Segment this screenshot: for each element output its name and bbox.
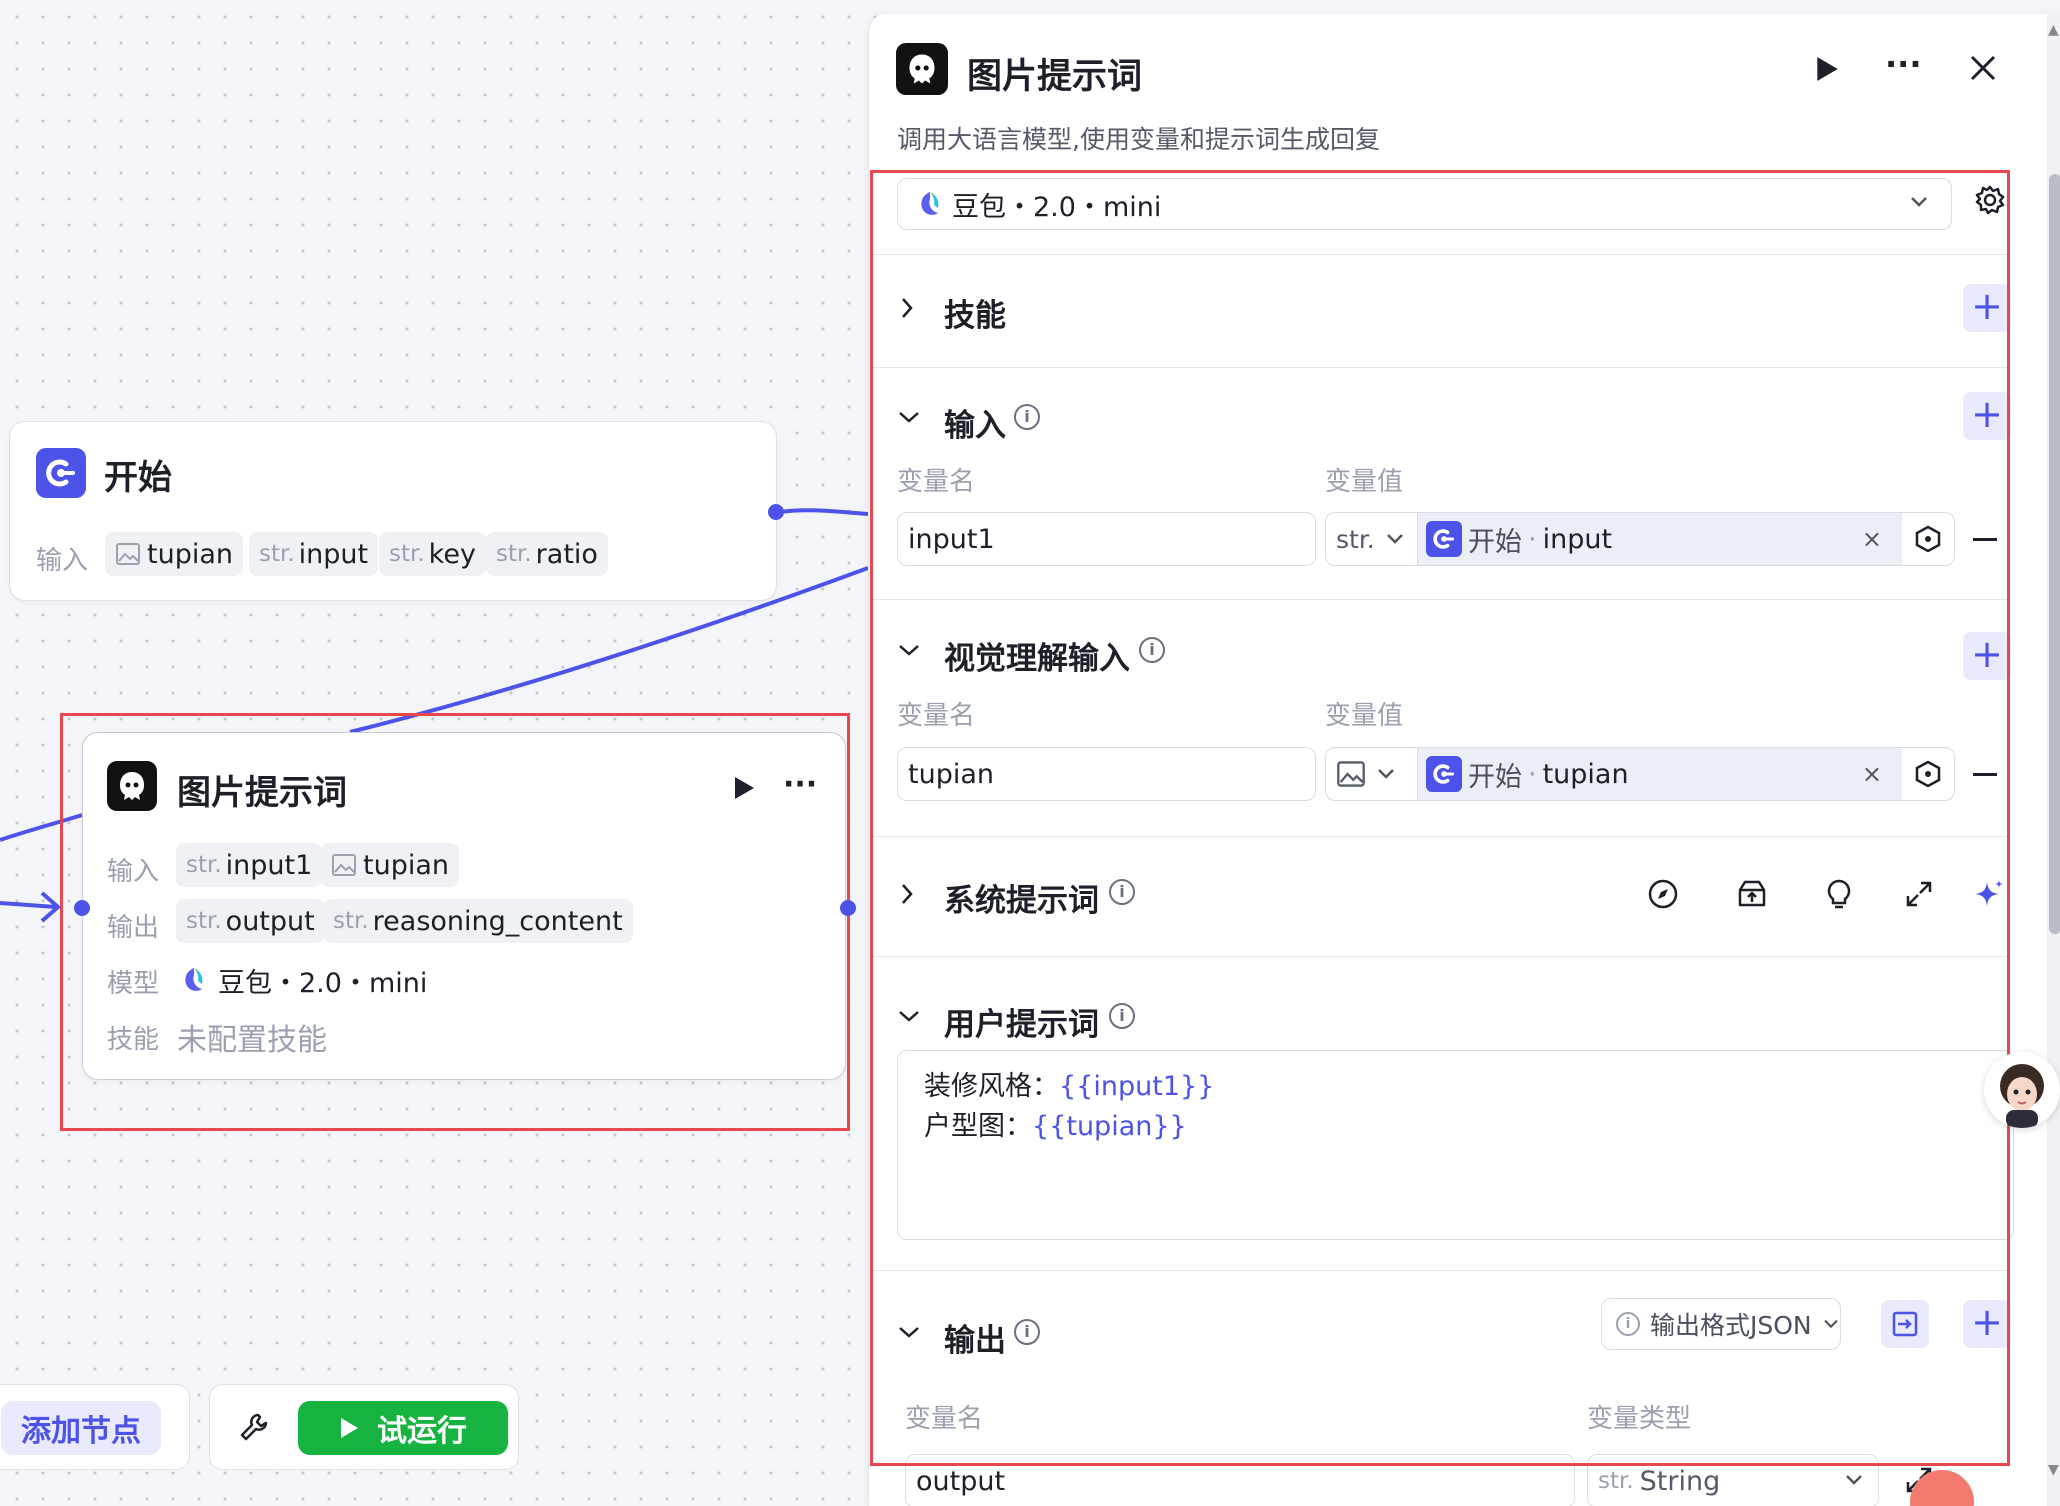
image-icon <box>331 853 357 877</box>
llm-node-icon <box>107 761 157 811</box>
more-icon[interactable]: ··· <box>783 770 817 800</box>
image-icon <box>115 542 141 566</box>
node-output-output: str. output <box>176 899 325 943</box>
start-input-ratio: str. ratio <box>486 532 608 576</box>
start-node-input-label: 输入 <box>36 546 89 576</box>
node-input-tupian: tupian <box>321 843 459 887</box>
prompt-node-input-label: 输入 <box>107 857 160 887</box>
panel-play-icon[interactable] <box>1813 55 1841 83</box>
start-input-key: str. key <box>379 532 486 576</box>
start-output-port[interactable] <box>768 504 784 520</box>
start-input-input: str. input <box>249 532 379 576</box>
prompt-node-model-label: 模型 <box>107 969 160 999</box>
panel-description: 调用大语言模型,使用变量和提示词生成回复 <box>897 125 1380 154</box>
assistant-avatar[interactable] <box>1984 1052 2060 1128</box>
run-button[interactable]: 试运行 <box>298 1401 508 1455</box>
prompt-node-skill-label: 技能 <box>107 1025 160 1055</box>
image-prompt-node[interactable]: 图片提示词 ··· 输入 str. input1 tupian 输出 str. ou… <box>82 732 846 1080</box>
run-toolbar: 试运行 <box>209 1384 519 1470</box>
chevron-down-icon <box>1844 1473 1864 1487</box>
add-node-container: 添加节点 <box>0 1384 190 1470</box>
node-input-input1: str. input1 <box>176 843 323 887</box>
prompt-output-port[interactable] <box>840 900 856 916</box>
prompt-node-title: 图片提示词 <box>177 773 347 813</box>
panel-title[interactable]: 图片提示词 <box>967 48 1142 99</box>
doubao-logo-icon <box>180 965 208 995</box>
scrollbar-thumb[interactable] <box>2049 174 2060 934</box>
wrench-icon[interactable] <box>238 1411 270 1443</box>
play-icon[interactable] <box>731 775 757 801</box>
start-input-tupian: tupian <box>105 532 243 576</box>
prompt-input-port[interactable] <box>74 900 90 916</box>
prompt-node-model: 豆包・2.0・mini <box>218 968 428 999</box>
node-output-reasoning: str. reasoning_content <box>323 899 633 943</box>
play-icon <box>339 1417 359 1439</box>
scroll-up-arrow-icon[interactable]: ▲ <box>2048 22 2059 38</box>
close-icon[interactable] <box>1969 54 1997 82</box>
prompt-node-skill-value: 未配置技能 <box>177 1023 327 1058</box>
start-node-icon <box>36 448 86 498</box>
llm-node-icon <box>896 43 948 95</box>
highlight-box-panel <box>870 170 2010 1466</box>
prompt-node-output-label: 输出 <box>107 913 160 943</box>
start-node-title: 开始 <box>104 458 172 498</box>
panel-more-icon[interactable]: ··· <box>1885 48 1921 80</box>
start-node[interactable]: 开始 输入 tupian str. input str. key str. ratio <box>9 421 777 601</box>
add-node-button[interactable]: 添加节点 <box>1 1401 161 1455</box>
scroll-down-arrow-icon[interactable]: ▼ <box>2048 1462 2059 1478</box>
